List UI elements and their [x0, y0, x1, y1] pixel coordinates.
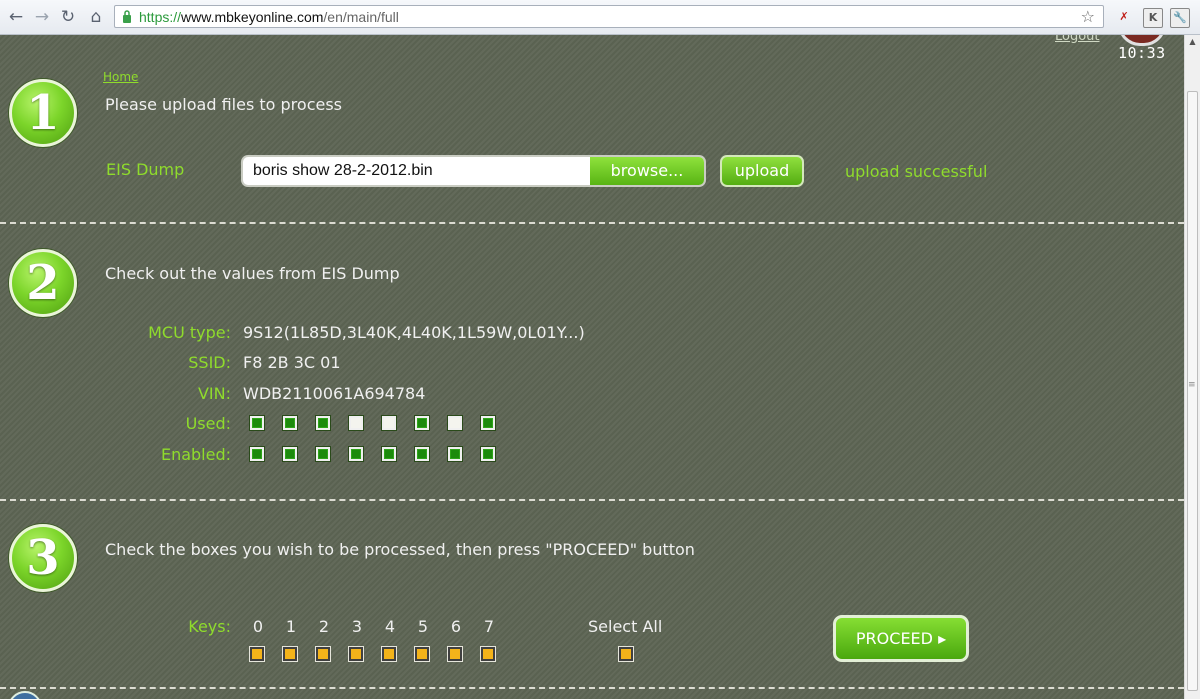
key-number-3: 3 [351, 617, 363, 636]
upload-status: upload successful [845, 162, 988, 181]
url-text: https://www.mbkeyonline.com/en/main/full [139, 9, 399, 25]
used-indicator-4 [382, 416, 396, 430]
browse-button[interactable]: browse... [590, 157, 704, 185]
extension-k-icon[interactable]: K [1143, 8, 1163, 28]
page-content: Logout 10:33 1 Home Please upload files … [0, 35, 1184, 699]
key-number-1: 1 [285, 617, 297, 636]
logout-link[interactable]: Logout [1055, 35, 1100, 44]
enabled-indicator-6 [448, 447, 462, 461]
key-checkbox-3[interactable] [349, 647, 363, 661]
divider [0, 687, 1184, 689]
used-indicator-7 [481, 416, 495, 430]
divider [0, 499, 1184, 501]
lock-icon [123, 10, 131, 23]
divider [0, 222, 1184, 224]
vertical-scrollbar[interactable]: ▲ ≡ [1184, 35, 1200, 699]
used-indicator-2 [316, 416, 330, 430]
key-checkbox-4[interactable] [382, 647, 396, 661]
file-input[interactable]: boris show 28-2-2012.bin browse... [241, 155, 706, 187]
step-3-heading: Check the boxes you wish to be processed… [105, 540, 695, 559]
used-indicator-3 [349, 416, 363, 430]
keys-label: Keys: [188, 617, 231, 636]
ssid-label: SSID: [188, 353, 231, 372]
breadcrumb-home[interactable]: Home [103, 70, 138, 84]
home-icon[interactable]: ⌂ [86, 6, 106, 28]
used-indicator-1 [283, 416, 297, 430]
vin-label: VIN: [197, 384, 231, 403]
enabled-indicator-2 [316, 447, 330, 461]
select-all-checkbox[interactable] [619, 647, 633, 661]
reload-icon[interactable]: ↻ [58, 6, 78, 28]
browser-toolbar: ← → ↻ ⌂ https://www.mbkeyonline.com/en/m… [0, 0, 1200, 35]
used-indicator-5 [415, 416, 429, 430]
enabled-label: Enabled: [160, 445, 231, 464]
upload-button[interactable]: upload [720, 155, 804, 187]
enabled-indicator-7 [481, 447, 495, 461]
enabled-indicator-4 [382, 447, 396, 461]
file-name: boris show 28-2-2012.bin [253, 162, 433, 179]
key-number-6: 6 [450, 617, 462, 636]
key-checkbox-6[interactable] [448, 647, 462, 661]
enabled-indicator-1 [283, 447, 297, 461]
help-icon[interactable] [8, 691, 42, 699]
forward-icon[interactable]: → [32, 6, 52, 28]
used-indicator-0 [250, 416, 264, 430]
key-checkbox-0[interactable] [250, 647, 264, 661]
clock: 10:33 [1118, 44, 1166, 62]
used-indicator-6 [448, 416, 462, 430]
key-checkbox-2[interactable] [316, 647, 330, 661]
step-2-heading: Check out the values from EIS Dump [105, 264, 400, 283]
key-checkbox-5[interactable] [415, 647, 429, 661]
scroll-thumb[interactable] [1187, 91, 1198, 691]
key-number-0: 0 [252, 617, 264, 636]
used-label: Used: [185, 414, 231, 433]
ssid-value: F8 2B 3C 01 [243, 353, 341, 372]
step-1-badge: 1 [9, 79, 77, 147]
key-number-4: 4 [384, 617, 396, 636]
key-checkbox-7[interactable] [481, 647, 495, 661]
wrench-icon[interactable]: 🔧 [1170, 8, 1190, 28]
address-bar[interactable]: https://www.mbkeyonline.com/en/main/full… [114, 5, 1104, 28]
mcu-type-label: MCU type: [148, 323, 231, 342]
vin-value: WDB2110061A694784 [243, 384, 426, 403]
eis-dump-label: EIS Dump [106, 160, 185, 179]
key-number-7: 7 [483, 617, 495, 636]
back-icon[interactable]: ← [6, 6, 26, 28]
enabled-indicator-0 [250, 447, 264, 461]
key-number-2: 2 [318, 617, 330, 636]
step-2-badge: 2 [9, 249, 77, 317]
step-3-badge: 3 [9, 524, 77, 592]
key-number-5: 5 [417, 617, 429, 636]
enabled-indicator-3 [349, 447, 363, 461]
key-checkbox-1[interactable] [283, 647, 297, 661]
enabled-indicator-5 [415, 447, 429, 461]
scroll-up-arrow-icon[interactable]: ▲ [1185, 35, 1200, 49]
mcu-type-value: 9S12(1L85D,3L40K,4L40K,1L59W,0L01Y...) [243, 323, 585, 342]
step-1-heading: Please upload files to process [105, 95, 343, 114]
proceed-button[interactable]: PROCEED ▸ [833, 615, 969, 662]
extension-icon[interactable]: ✗ [1115, 8, 1133, 26]
bookmark-star-icon[interactable]: ☆ [1081, 7, 1095, 26]
scroll-grip-icon: ≡ [1188, 380, 1196, 390]
select-all-label: Select All [588, 617, 663, 636]
